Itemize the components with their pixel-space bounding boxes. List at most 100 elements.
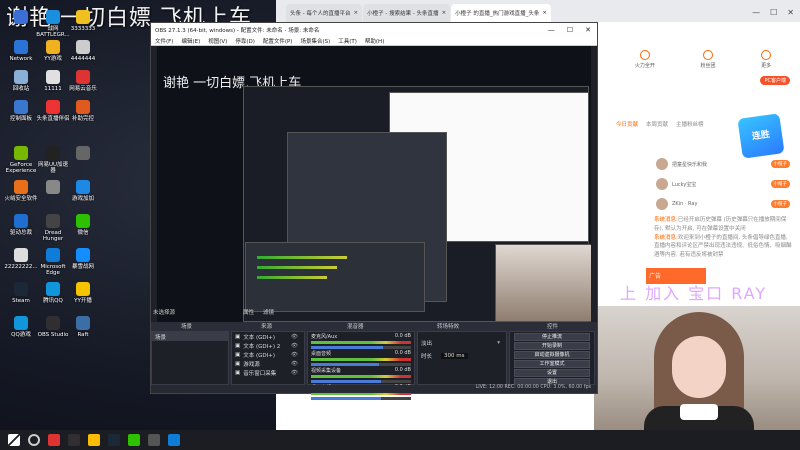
eye-icon[interactable]: 👁: [291, 343, 298, 349]
control-button[interactable]: 开始录制: [514, 342, 590, 350]
desktop-icon[interactable]: 22222222...: [4, 248, 38, 270]
desktop-icon[interactable]: Microsoft Edge: [36, 248, 70, 277]
volume-slider[interactable]: [311, 346, 411, 349]
desktop-icon[interactable]: GeForce Experience: [4, 146, 38, 175]
control-button[interactable]: 启动虚拟摄像机: [514, 351, 590, 359]
menu-item[interactable]: 场景集合(S): [300, 37, 330, 45]
desktop-icon[interactable]: 网易云音乐: [66, 70, 100, 92]
desktop-icon[interactable]: 腾讯QQ: [36, 282, 70, 304]
source-item[interactable]: ▣ 音乐窗口采集 👁: [232, 368, 304, 377]
app-icon: [14, 214, 28, 228]
transition-select[interactable]: 淡出 ▾: [418, 338, 506, 347]
desktop-icon[interactable]: QQ游戏: [4, 316, 38, 338]
maximize-icon[interactable]: ☐: [567, 26, 573, 34]
filters-button[interactable]: 滤镜: [263, 308, 274, 317]
scene-item[interactable]: 场景: [152, 332, 228, 341]
volume-slider[interactable]: [311, 397, 411, 400]
source-item[interactable]: ▣ 文本 (GDI+) 2 👁: [232, 341, 304, 350]
search-icon[interactable]: [28, 434, 40, 446]
desktop-icon[interactable]: 驱动总裁: [4, 214, 38, 236]
desktop-icon[interactable]: 补助完控: [66, 100, 100, 122]
desktop-icon[interactable]: 3333333: [66, 10, 100, 32]
menu-item[interactable]: 编辑(E): [181, 37, 200, 45]
volume-slider[interactable]: [311, 363, 411, 366]
fans-icon[interactable]: 粉丝团: [700, 50, 715, 69]
desktop-icon[interactable]: 网易UU加速器: [36, 146, 70, 175]
browser-tab-3[interactable]: 小橙子 的直播_热门游戏直播_头条 ×: [451, 4, 552, 22]
transition-duration[interactable]: 时长 300 ms: [418, 351, 506, 360]
eye-icon[interactable]: 👁: [291, 334, 298, 340]
tab-week[interactable]: 本周贡献: [646, 120, 668, 128]
preview-canvas[interactable]: 谢艳 一切白嫖,飞机上车: [157, 46, 591, 322]
edge-icon[interactable]: [168, 434, 180, 446]
win-streak-badge[interactable]: 连胜: [737, 113, 785, 159]
browser-tab-1[interactable]: 头条 - 每个人的直播平台 ×: [286, 4, 363, 22]
desktop-icon[interactable]: Dread Hunger: [36, 214, 70, 243]
desktop-icon[interactable]: 11111: [36, 70, 70, 92]
desktop-icon[interactable]: 战网 BATTLEGR...: [36, 10, 70, 39]
desktop-icon[interactable]: 游戏加加: [66, 180, 100, 202]
close-icon[interactable]: ✕: [787, 8, 794, 17]
control-button[interactable]: 工作室模式: [514, 360, 590, 368]
desktop-icon[interactable]: 回收站: [4, 70, 38, 92]
desktop-icon[interactable]: 暴雪战网: [66, 248, 100, 270]
desktop-icon[interactable]: Steam: [4, 282, 38, 304]
desktop-icon[interactable]: 火绒安全软件: [4, 180, 38, 202]
menu-item[interactable]: 配置文件(P): [263, 37, 293, 45]
desktop-icon[interactable]: [36, 180, 70, 196]
tab-fans[interactable]: 主播粉丝榜: [676, 120, 704, 128]
desktop-icon[interactable]: 头条直播伴侣: [36, 100, 70, 122]
menu-item[interactable]: 视图(V): [208, 37, 227, 45]
desktop-icon[interactable]: YY开播: [66, 282, 100, 304]
start-icon[interactable]: [8, 434, 20, 446]
minimize-icon[interactable]: —: [752, 8, 760, 17]
eye-icon[interactable]: 👁: [291, 361, 298, 367]
desktop-icon[interactable]: 控制面板: [4, 100, 38, 122]
menu-item[interactable]: 文件(F): [155, 37, 173, 45]
chrome-icon[interactable]: [88, 434, 100, 446]
volume-slider-fill: [311, 346, 383, 349]
pc-client-badge[interactable]: PC客户端: [760, 76, 790, 85]
source-item[interactable]: ▣ 文本 (GDI+) 👁: [232, 332, 304, 341]
fire-icon[interactable]: 火力全开: [635, 50, 655, 69]
wechat-icon[interactable]: [128, 434, 140, 446]
list-item[interactable]: Lucky宝宝 小橙子: [606, 174, 800, 194]
source-item[interactable]: ▣ 文本 (GDI+) 👁: [232, 350, 304, 359]
desktop-icon[interactable]: 微信: [66, 214, 100, 236]
maximize-icon[interactable]: ☐: [770, 8, 777, 17]
menu-item[interactable]: 工具(T): [338, 37, 357, 45]
obs-live-icon[interactable]: [148, 434, 160, 446]
control-button[interactable]: 停止推流: [514, 333, 590, 341]
desktop-icon[interactable]: [66, 146, 100, 162]
netease-icon[interactable]: [48, 434, 60, 446]
close-icon[interactable]: ×: [442, 10, 447, 16]
close-icon[interactable]: ×: [353, 10, 358, 16]
desktop-icon[interactable]: YY游戏: [36, 40, 70, 62]
obs-icon[interactable]: [68, 434, 80, 446]
avatar: [656, 158, 668, 170]
eye-icon[interactable]: 👁: [291, 352, 298, 358]
menu-item[interactable]: 停靠(D): [235, 37, 255, 45]
close-icon[interactable]: ✕: [585, 26, 591, 34]
steam-icon[interactable]: [108, 434, 120, 446]
obs-preview[interactable]: 谢艳 一切白嫖,飞机上车: [151, 46, 597, 322]
desktop-icon[interactable]: Raft: [66, 316, 100, 338]
source-item[interactable]: ▣ 游戏源 👁: [232, 359, 304, 368]
desktop-icon[interactable]: 4444444: [66, 40, 100, 62]
volume-slider[interactable]: [311, 380, 411, 383]
desktop-icon[interactable]: OBS Studio: [36, 316, 70, 338]
close-icon[interactable]: ×: [542, 10, 547, 16]
list-item[interactable]: ZKin · Ray 小橙子: [606, 194, 800, 214]
eye-icon[interactable]: 👁: [291, 370, 298, 376]
minimize-icon[interactable]: —: [548, 26, 555, 34]
desktop-icon-label: YY开播: [74, 298, 92, 304]
desktop-icon[interactable]: Network: [4, 40, 38, 62]
browser-tab-2[interactable]: 小橙子 - 搜索结果 - 头条直播 ×: [363, 4, 451, 22]
tab-today[interactable]: 今日贡献: [616, 120, 638, 128]
desktop-icon[interactable]: [4, 10, 38, 26]
control-button[interactable]: 设置: [514, 369, 590, 377]
more-icon[interactable]: 更多: [761, 50, 771, 69]
menu-item[interactable]: 帮助(H): [365, 37, 384, 45]
properties-button[interactable]: 属性: [243, 308, 254, 317]
list-item[interactable]: 把童星快乐和我 小橙子: [606, 154, 800, 174]
